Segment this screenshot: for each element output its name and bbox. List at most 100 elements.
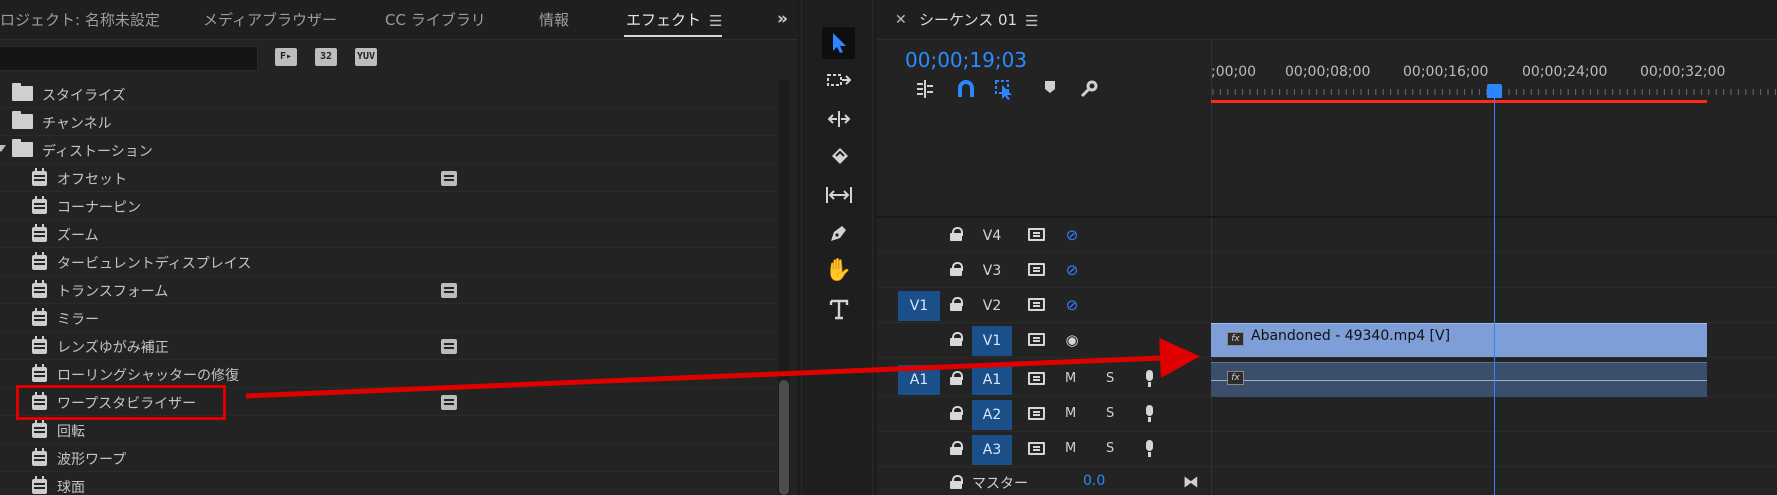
playhead-handle[interactable]	[1487, 84, 1502, 98]
list-item-label: トランスフォーム	[57, 284, 169, 300]
32bit-filter-button[interactable]: 32	[315, 48, 337, 66]
lock-icon[interactable]	[950, 262, 963, 276]
lock-icon[interactable]	[950, 371, 963, 385]
eye-off-icon[interactable]: ⊘	[1062, 297, 1082, 313]
track-select-icon[interactable]	[822, 65, 855, 97]
list-item[interactable]: チャンネル	[0, 108, 775, 136]
yuv-filter-button[interactable]: YUV	[355, 48, 377, 66]
sync-lock-icon[interactable]	[1028, 263, 1045, 276]
track-name[interactable]: A3	[972, 435, 1012, 465]
close-icon[interactable]: ✕	[895, 12, 907, 28]
sync-lock-icon[interactable]	[1028, 228, 1045, 241]
nest-icon[interactable]	[913, 79, 937, 101]
list-item[interactable]: ズーム	[0, 220, 775, 248]
slip-icon[interactable]	[822, 179, 855, 211]
panel-menu-icon[interactable]: ☰	[709, 12, 722, 30]
ripple-edit-icon[interactable]	[822, 103, 855, 135]
accelerated-effects-filter-icon[interactable]: F▸	[275, 48, 297, 66]
list-item-label: タービュレントディスプレイス	[57, 256, 252, 272]
video-clip[interactable]: fx Abandoned - 49340.mp4 [V]	[1211, 323, 1707, 357]
track-name[interactable]: V1	[972, 326, 1012, 356]
track-name[interactable]: V2	[972, 291, 1012, 321]
list-item[interactable]: ローリングシャッターの修復	[0, 360, 775, 388]
list-item[interactable]: ディストーション	[0, 136, 775, 164]
effects-search-input[interactable]	[0, 46, 258, 71]
razor-icon[interactable]	[822, 141, 855, 173]
eye-off-icon[interactable]: ⊘	[1062, 262, 1082, 278]
tab-project[interactable]: ロジェクト: 名称未設定	[0, 9, 160, 30]
tab-effects[interactable]: エフェクト	[626, 9, 701, 30]
pen-icon[interactable]	[822, 217, 855, 249]
ruler-label: 00;00;24;00	[1522, 64, 1608, 80]
tab-info[interactable]: 情報	[539, 9, 569, 30]
lock-icon[interactable]	[950, 332, 963, 346]
panel-overflow-icon[interactable]: »	[777, 9, 788, 29]
eye-icon[interactable]: ◉	[1062, 332, 1082, 348]
wrench-icon[interactable]	[1077, 79, 1101, 101]
track-row-v3: V3 ⊘	[877, 253, 1777, 288]
lock-icon[interactable]	[950, 406, 963, 420]
sync-lock-icon[interactable]	[1028, 333, 1045, 346]
microphone-icon[interactable]	[1144, 440, 1154, 457]
marker-icon[interactable]	[1038, 79, 1062, 101]
microphone-icon[interactable]	[1144, 370, 1154, 387]
chevron-down-icon[interactable]	[0, 145, 6, 152]
audio-clip[interactable]: fx	[1211, 362, 1707, 397]
mute-button[interactable]: M	[1065, 441, 1076, 456]
list-item[interactable]: オフセット	[0, 164, 775, 192]
source-patch-v1[interactable]: V1	[898, 291, 940, 321]
mute-button[interactable]: M	[1065, 406, 1076, 421]
work-area-bar[interactable]	[1211, 100, 1707, 103]
list-item[interactable]: ミラー	[0, 304, 775, 332]
go-to-end-icon[interactable]: ⧓	[1183, 472, 1199, 491]
track-name[interactable]: V4	[972, 221, 1012, 251]
lock-icon[interactable]	[950, 297, 963, 311]
tab-sequence[interactable]: シーケンス 01	[919, 9, 1017, 30]
mute-button[interactable]: M	[1065, 371, 1076, 386]
playhead-timecode[interactable]: 00;00;19;03	[905, 48, 1027, 72]
list-item[interactable]: トランスフォーム	[0, 276, 775, 304]
fx-badge-icon[interactable]: fx	[1227, 371, 1244, 385]
solo-button[interactable]: S	[1106, 406, 1114, 421]
panel-menu-icon[interactable]: ☰	[1025, 12, 1038, 30]
playhead-line[interactable]	[1494, 90, 1495, 495]
tab-media-browser[interactable]: メディアブラウザー	[203, 9, 337, 30]
list-item[interactable]: 波形ワープ	[0, 444, 775, 472]
lock-icon[interactable]	[950, 475, 963, 489]
lock-icon[interactable]	[950, 227, 963, 241]
effect-icon	[32, 308, 47, 326]
selection-tool-icon[interactable]	[822, 27, 855, 59]
list-item-label: スタイライズ	[42, 88, 126, 104]
track-name[interactable]: A2	[972, 400, 1012, 430]
track-row-v4: V4 ⊘	[877, 218, 1777, 253]
hand-icon[interactable]: ✋	[822, 255, 855, 287]
timeline-tab-bar: ✕ シーケンス 01 ☰	[877, 0, 1777, 40]
solo-button[interactable]: S	[1106, 371, 1114, 386]
solo-button[interactable]: S	[1106, 441, 1114, 456]
list-item[interactable]: レンズゆがみ補正	[0, 332, 775, 360]
eye-off-icon[interactable]: ⊘	[1062, 227, 1082, 243]
sync-lock-icon[interactable]	[1028, 372, 1045, 385]
fx-badge-icon[interactable]: fx	[1227, 332, 1244, 346]
lock-icon[interactable]	[950, 441, 963, 455]
microphone-icon[interactable]	[1144, 405, 1154, 422]
tab-cc-libraries[interactable]: CC ライブラリ	[385, 9, 486, 30]
list-item[interactable]: コーナーピン	[0, 192, 775, 220]
sync-lock-icon[interactable]	[1028, 442, 1045, 455]
effects-scroll-thumb[interactable]	[779, 380, 789, 495]
linked-selection-icon[interactable]	[993, 79, 1017, 101]
list-item[interactable]: スタイライズ	[0, 80, 775, 108]
sync-lock-icon[interactable]	[1028, 407, 1045, 420]
list-item[interactable]: 球面	[0, 472, 775, 495]
source-patch-a1[interactable]: A1	[898, 365, 940, 395]
track-name[interactable]: V3	[972, 256, 1012, 286]
track-name[interactable]: A1	[972, 365, 1012, 395]
list-item[interactable]: 回転	[0, 416, 775, 444]
master-volume-value[interactable]: 0.0	[1083, 473, 1105, 489]
track-row-a2: A2 M S	[877, 397, 1777, 432]
sync-lock-icon[interactable]	[1028, 298, 1045, 311]
list-item[interactable]: タービュレントディスプレイス	[0, 248, 775, 276]
type-icon[interactable]	[822, 293, 855, 325]
snap-magnet-icon[interactable]	[954, 79, 978, 101]
effects-search-row	[0, 40, 797, 77]
